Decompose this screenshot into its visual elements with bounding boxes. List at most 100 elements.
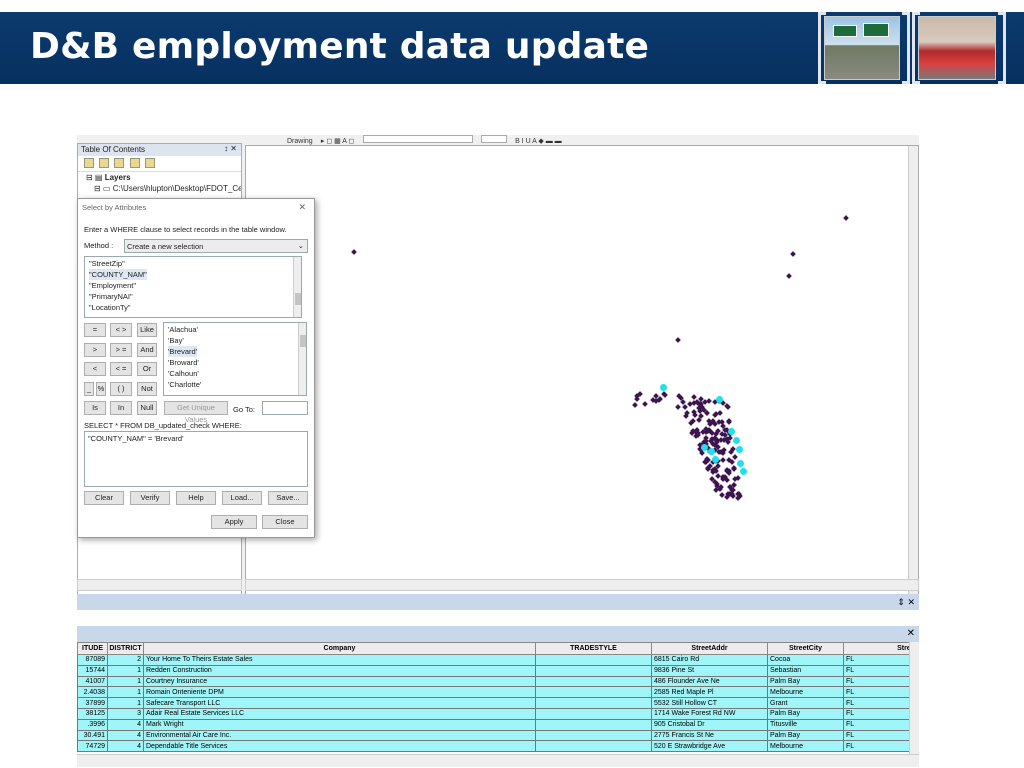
operator-button-eq[interactable]: = [84, 323, 106, 337]
get-unique-values-button[interactable]: Get Unique Values [164, 401, 228, 424]
table-cell: 4 [107, 718, 144, 731]
field-item-label: "COUNTY_NAM" [89, 269, 147, 280]
clear-button[interactable]: Clear [84, 491, 124, 505]
attribute-table: ITUDE DISTRICT Company TRADESTYLE StreetAddr… [77, 642, 909, 754]
map-point [642, 401, 649, 407]
column-header[interactable]: StreetSt [843, 642, 909, 655]
operator-button-like[interactable]: Like [137, 323, 157, 337]
field-item-label: "PrimaryNAI" [89, 292, 133, 301]
operator-button-ne[interactable]: < > [110, 323, 132, 337]
toc-title: Table Of Contents [81, 145, 146, 154]
column-header[interactable]: ITUDE [77, 642, 108, 655]
method-dropdown[interactable]: Create a new selection ⌄ [124, 239, 308, 253]
operator-button-gt[interactable]: > [84, 343, 106, 357]
table-row[interactable]: .3996 4 Mark Wright 905 Cristobal Dr Titusvi… [77, 718, 909, 731]
map-vertical-scrollbar[interactable] [908, 146, 918, 594]
table-row[interactable]: 87089 2 Your Home To Theirs Estate Sales 68… [77, 654, 909, 666]
table-row[interactable]: 74729 4 Dependable Title Services 520 E Str… [77, 740, 909, 753]
field-item[interactable]: "Employment" [89, 280, 297, 291]
fields-list-scrollbar[interactable] [293, 257, 301, 317]
toc-pin-close-icon[interactable]: ↕ ✕ [224, 144, 237, 153]
map-horizontal-scrollbar[interactable] [245, 579, 919, 591]
selected-map-point [728, 428, 735, 435]
format-tools-icon[interactable]: B I U A ◆ ▬ ▬ [515, 137, 562, 145]
font-dropdown[interactable] [362, 135, 473, 143]
goto-input[interactable] [262, 401, 308, 415]
unique-value-item[interactable]: 'Alachua' [168, 324, 302, 335]
table-cell: 6815 Cairo Rd [651, 654, 768, 666]
list-by-source-icon[interactable] [99, 158, 110, 168]
map-view[interactable] [245, 145, 919, 595]
toc-horizontal-scrollbar[interactable] [77, 579, 242, 591]
list-by-drawing-order-icon[interactable] [84, 158, 94, 168]
load-button[interactable]: Load... [222, 491, 262, 505]
operator-button-is[interactable]: Is [84, 401, 106, 415]
operator-button-ge[interactable]: > = [110, 343, 132, 357]
apply-button[interactable]: Apply [211, 515, 257, 529]
dialog-title: Select by Attributes ✕ [78, 199, 314, 217]
values-list-scrollbar[interactable] [298, 323, 306, 395]
table-row[interactable]: 37899 1 Safecare Transport LLC 5532 Still H… [77, 697, 909, 709]
column-header[interactable]: DISTRICT [107, 642, 144, 655]
table-row[interactable]: 38125 3 Adair Real Estate Services LLC 1714… [77, 707, 909, 720]
unique-value-label: 'Alachua' [168, 325, 198, 334]
table-cell: 2775 Francis St Ne [651, 729, 768, 742]
table-row[interactable]: 30.491 4 Environmental Air Care Inc. 2775 F… [77, 729, 909, 742]
close-button[interactable]: Close [262, 515, 308, 529]
field-item[interactable]: "LocationTy" [89, 302, 297, 313]
table-row[interactable]: 15744 1 Redden Construction 9836 Pine St Seb… [77, 664, 909, 677]
table-cell: 9836 Pine St [651, 664, 768, 677]
toolbar-tools-icon[interactable]: ▸ ◻ ▦ A ◻ [321, 137, 354, 145]
verify-button[interactable]: Verify [130, 491, 170, 505]
layers-node[interactable]: ⊟ ▤ Layers [78, 172, 241, 183]
save-button[interactable]: Save... [268, 491, 308, 505]
table-row[interactable]: 41007 1 Courtney Insurance 486 Flounder Ave… [77, 675, 909, 688]
table-cell: FL [843, 718, 909, 731]
field-item[interactable]: "PrimaryNAI" [89, 291, 297, 302]
column-header[interactable]: StreetCity [767, 642, 844, 655]
pin-close-icon[interactable]: ⇕ ✕ [897, 597, 915, 608]
column-header[interactable]: Company [143, 642, 536, 655]
table-close-icon[interactable]: ✕ [907, 628, 915, 639]
table-horizontal-scrollbar[interactable] [77, 754, 919, 766]
table-row[interactable]: 2.4038 1 Romain Onteniente DPM 2585 Red Map… [77, 686, 909, 699]
table-cell: .3996 [77, 718, 108, 731]
operator-button-pct[interactable]: % [96, 382, 106, 396]
operator-button-null[interactable]: Null [137, 401, 157, 415]
drawing-menu[interactable]: Drawing [287, 138, 313, 145]
options-icon[interactable] [144, 158, 155, 168]
unique-values-list[interactable]: 'Alachua' 'Bay' 'Brevard' 'Broward' 'Calhoun… [163, 322, 307, 396]
operator-button-or[interactable]: Or [137, 362, 157, 376]
bus-photo [918, 16, 996, 80]
column-header[interactable]: StreetAddr [651, 642, 768, 655]
column-header[interactable]: TRADESTYLE [535, 642, 652, 655]
table-window-titlebar: ⇕ ✕ [77, 594, 919, 610]
operator-button-in[interactable]: In [110, 401, 132, 415]
operator-button-paren[interactable]: ( ) [110, 382, 132, 396]
chevron-down-icon: ⌄ [297, 241, 304, 250]
operator-button-le[interactable]: < = [110, 362, 132, 376]
unique-value-item[interactable]: 'Broward' [168, 357, 302, 368]
list-by-visibility-icon[interactable] [114, 158, 125, 168]
unique-value-item[interactable]: 'Calhoun' [168, 368, 302, 379]
operator-button-lt[interactable]: < [84, 362, 106, 376]
unique-value-item[interactable]: 'Bay' [168, 335, 302, 346]
table-cell: Redden Construction [143, 664, 536, 677]
close-icon[interactable]: ✕ [298, 202, 306, 213]
data-path-node[interactable]: ⊟ ▭ C:\Users\hlupton\Desktop\FDOT_Ce [78, 183, 241, 194]
field-item[interactable]: "StreetZip" [89, 258, 297, 269]
table-vertical-scrollbar[interactable] [909, 642, 919, 754]
operator-button-us[interactable]: _ [84, 382, 94, 396]
operator-button-not[interactable]: Not [137, 382, 157, 396]
fields-list[interactable]: "StreetZip" "COUNTY_NAM" "Employment" "Prim… [84, 256, 302, 318]
table-cell [535, 697, 652, 709]
where-clause-input[interactable]: "COUNTY_NAM" = 'Brevard' [84, 431, 308, 487]
unique-value-item[interactable]: 'Brevard' [168, 346, 302, 357]
field-item[interactable]: "COUNTY_NAM" [89, 269, 297, 280]
table-cell: Melbourne [767, 740, 844, 753]
help-button[interactable]: Help [176, 491, 216, 505]
list-by-selection-icon[interactable] [129, 158, 140, 168]
unique-value-item[interactable]: 'Charlotte' [168, 379, 302, 390]
operator-button-and[interactable]: And [137, 343, 157, 357]
size-dropdown[interactable] [480, 135, 507, 143]
